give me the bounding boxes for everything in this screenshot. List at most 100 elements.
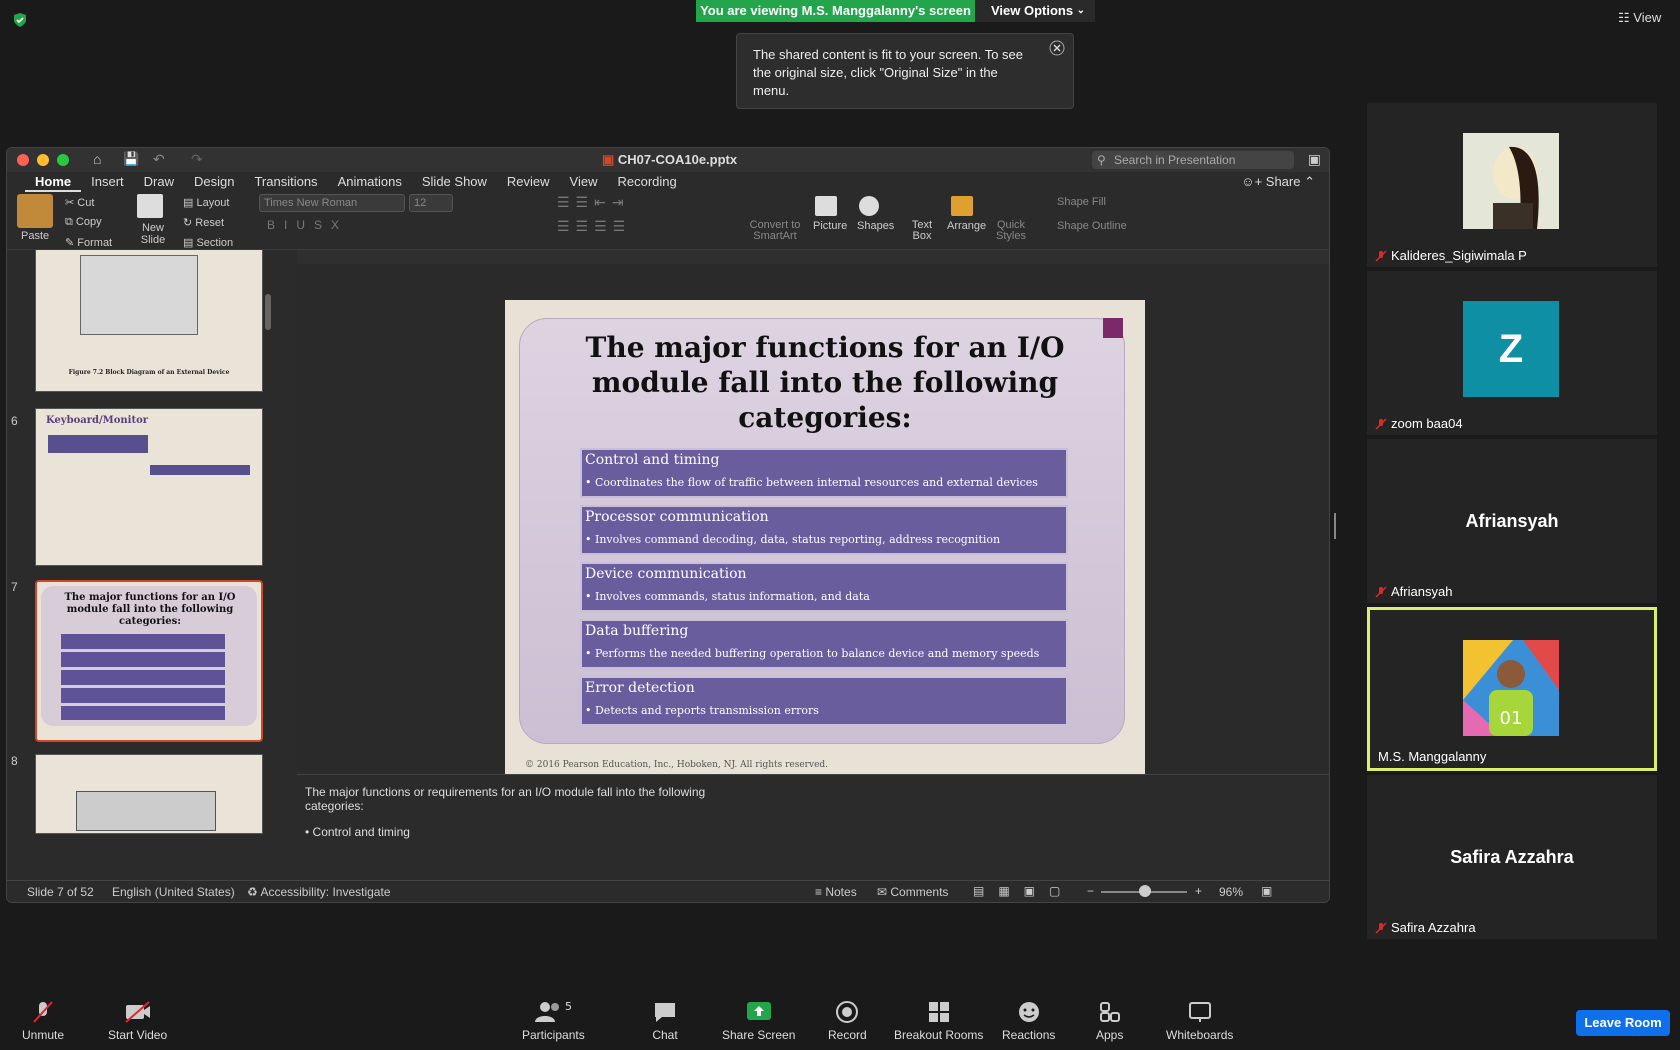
slide-thumbnail-7[interactable]: The major functions for an I/O module fa… [35,580,263,742]
slide-thumbnail-6[interactable]: Keyboard/Monitor [35,408,263,566]
pptx-file-icon: ▣ [602,152,618,167]
security-shield-icon[interactable] [12,12,28,28]
share-button[interactable]: ☺+ Share ⌃ [1241,174,1315,190]
search-icon: ⚲ [1097,153,1106,167]
participant-tile-zoom-baa04[interactable]: Z zoom baa04 [1367,271,1657,435]
function-item: Control and timing • Coordinates the flow… [580,448,1068,498]
slide-thumbnail-5[interactable]: Figure 7.2 Block Diagram of an External … [35,250,263,392]
tab-animations[interactable]: Animations [328,172,412,192]
participants-button[interactable]: 5 Participants [522,1000,585,1042]
convert-smartart-button[interactable]: Convert to SmartArt [747,220,803,242]
participant-tile-manggalanny[interactable]: 01 M.S. Manggalanny [1367,607,1657,771]
paste-button[interactable]: Paste [21,230,49,242]
cut-button[interactable]: ✂ Cut [65,196,94,209]
reactions-button[interactable]: Reactions [1002,1000,1055,1042]
reset-icon: ↻ [183,217,196,229]
undo-icon[interactable]: ↶ [153,151,165,168]
slide-corner-accent [1103,318,1123,338]
thumbnail-scrollbar[interactable] [265,294,271,330]
view-options-button[interactable]: View Options ⌄ [975,0,1095,22]
zoom-slider-thumb[interactable] [1139,885,1151,897]
leave-room-button[interactable]: Leave Room [1576,1010,1670,1036]
save-icon[interactable]: 💾 [123,151,139,167]
tab-insert[interactable]: Insert [81,172,134,192]
participant-tile-kalideres[interactable]: Kalideres_Sigiwimala P [1367,103,1657,267]
tab-slide-show[interactable]: Slide Show [412,172,497,192]
tab-view[interactable]: View [560,172,608,192]
tab-home[interactable]: Home [25,172,82,192]
share-screen-mini-icon[interactable]: ▣ [1308,151,1321,168]
record-button[interactable]: Record [828,1000,867,1042]
muted-mic-icon [1375,586,1387,597]
tab-recording[interactable]: Recording [608,172,687,192]
close-window-button[interactable] [17,154,29,166]
unmute-button[interactable]: Unmute [22,1000,64,1042]
search-input[interactable]: ⚲ Search in Presentation [1092,151,1294,169]
zoom-out-button[interactable]: − [1087,884,1094,898]
participant-tile-safira[interactable]: Safira Azzahra Safira Azzahra [1367,775,1657,939]
chevron-down-icon: ⌄ [1076,5,1085,16]
whiteboards-button[interactable]: Whiteboards [1166,1000,1233,1042]
apps-button[interactable]: Apps [1096,1000,1123,1042]
muted-mic-icon [1375,418,1387,429]
minimize-window-button[interactable] [37,154,49,166]
font-family-select[interactable]: Times New Roman [259,194,405,212]
participant-tile-afriansyah[interactable]: Afriansyah Afriansyah [1367,439,1657,603]
function-item: Data buffering • Performs the needed buff… [580,619,1068,669]
copy-button[interactable]: ⧉ Copy [65,216,102,229]
participant-name: Afriansyah [1375,584,1452,599]
text-format-buttons[interactable]: BIUSX [267,218,348,232]
view-mode-buttons[interactable]: ▤▦▣▢ [973,884,1074,898]
picture-button[interactable]: Picture [813,220,847,232]
accessibility-button[interactable]: ♻ Accessibility: Investigate [247,885,391,899]
speaker-notes[interactable]: The major functions or requirements for … [297,774,1329,864]
block-diagram-thumbnail [80,255,198,335]
notes-button[interactable]: ≡ Notes [815,885,857,899]
layout-button[interactable]: ▤ Layout [183,196,229,209]
reset-button[interactable]: ↻ Reset [183,216,224,229]
scissors-icon: ✂ [65,197,78,209]
shape-outline-button[interactable]: Shape Outline [1057,220,1127,232]
redo-icon[interactable]: ↷ [191,151,203,168]
svg-text:5: 5 [565,1000,572,1013]
language-indicator[interactable]: English (United States) [112,885,235,899]
zoom-level[interactable]: 96% [1219,885,1243,899]
shapes-button[interactable]: Shapes [857,220,894,232]
new-slide-icon [137,194,163,218]
arrange-button[interactable]: Arrange [947,220,986,232]
comments-button[interactable]: ✉ Comments [877,885,948,899]
current-slide[interactable]: The major functions for an I/O module fa… [505,300,1145,782]
section-button[interactable]: ▤ Section [183,236,233,249]
fit-slide-icon[interactable]: ▣ [1261,884,1272,898]
list-buttons[interactable]: ☰☰⇤⇥ [557,194,630,211]
slide-thumbnail-8[interactable] [35,754,263,834]
tab-review[interactable]: Review [497,172,560,192]
panel-resize-handle[interactable] [1334,513,1336,539]
home-icon[interactable]: ⌂ [93,151,101,167]
tab-transitions[interactable]: Transitions [244,172,327,192]
horizontal-ruler [297,250,1329,264]
zoom-window-button[interactable] [57,154,69,166]
alignment-buttons[interactable]: ☰☰☰☰ [557,218,631,235]
notes-line: • Control and timing [305,825,410,839]
zoom-in-button[interactable]: + [1195,884,1202,898]
font-size-select[interactable]: 12 [409,194,453,212]
new-slide-button[interactable]: New Slide [133,222,173,246]
slide-title: The major functions for an I/O module fa… [585,331,1065,434]
quick-styles-button[interactable]: Quick Styles [991,220,1031,242]
text-box-button[interactable]: Text Box [905,220,939,242]
format-painter-button[interactable]: ✎ Format [65,236,112,249]
tab-draw[interactable]: Draw [134,172,184,192]
thumbnail-items [61,634,225,720]
view-button[interactable]: ☷ View [1618,10,1661,26]
layout-icon: ▤ [183,197,197,209]
chat-button[interactable]: Chat [652,1000,678,1042]
close-icon[interactable] [1049,40,1065,56]
tab-design[interactable]: Design [184,172,244,192]
start-video-button[interactable]: Start Video [108,1000,167,1042]
breakout-rooms-button[interactable]: Breakout Rooms [894,1000,983,1042]
ribbon-tabs: Home Insert Draw Design Transitions Anim… [7,172,1329,192]
share-screen-button[interactable]: Share Screen [722,1000,795,1042]
shape-fill-button[interactable]: Shape Fill [1057,196,1106,208]
thumbnail-block [150,465,250,475]
